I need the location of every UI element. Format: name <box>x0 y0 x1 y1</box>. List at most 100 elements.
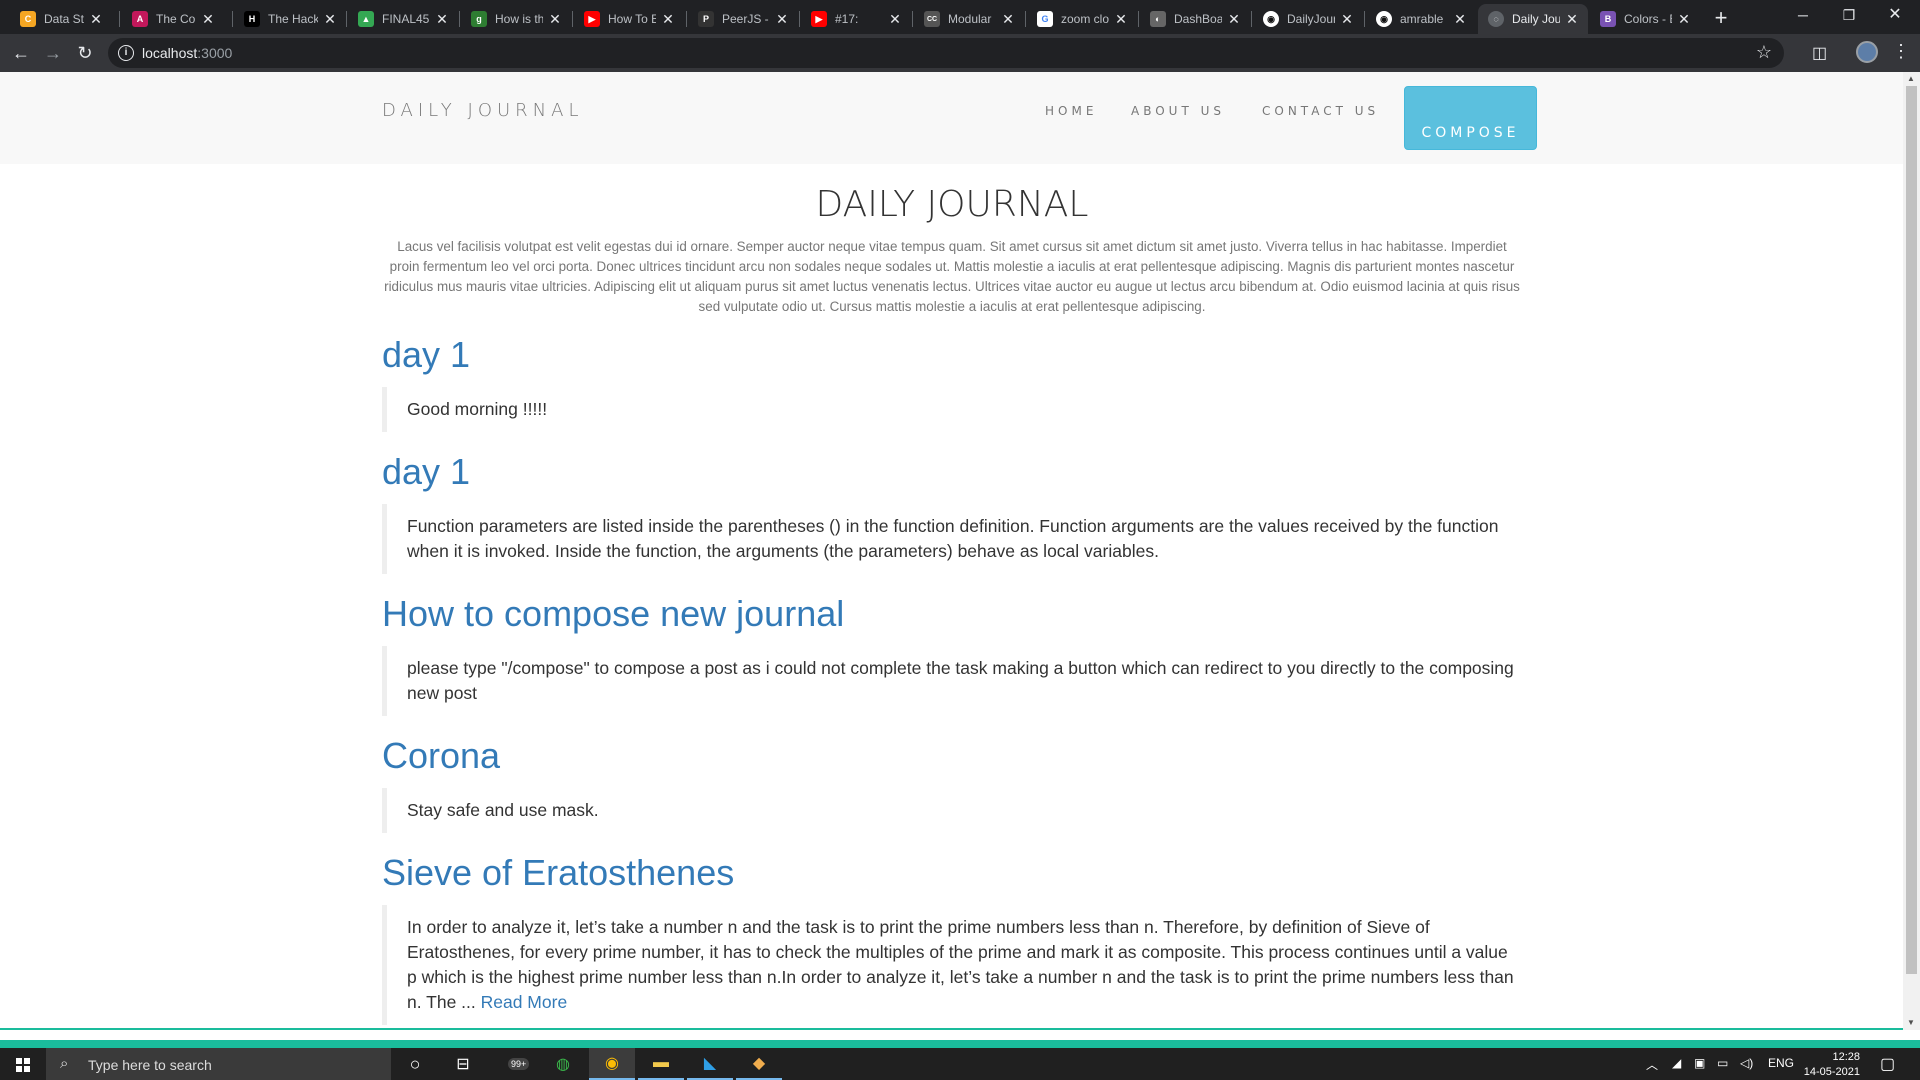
close-tab-icon[interactable]: ✕ <box>1339 11 1355 28</box>
main-content: DAILY JOURNAL Lacus vel facilisis volutp… <box>382 164 1522 1025</box>
meet-now-icon[interactable]: ▣ <box>1694 1056 1705 1070</box>
tab-favicon-icon: G <box>1037 11 1053 27</box>
close-tab-icon[interactable]: ✕ <box>774 11 790 28</box>
tab-favicon-icon: g <box>471 11 487 27</box>
reload-button[interactable]: ↻ <box>73 41 97 65</box>
scroll-down-icon[interactable]: ▼ <box>1907 1018 1915 1027</box>
clock-time: 12:28 <box>1832 1051 1860 1063</box>
post-body: Stay safe and use mask. <box>382 788 1522 833</box>
browser-tab[interactable]: ▶ #17: ✕ <box>801 4 911 34</box>
scroll-up-icon[interactable]: ▲ <box>1907 74 1915 83</box>
cortana-icon[interactable]: ○ <box>392 1048 438 1080</box>
read-more-link[interactable]: Read More <box>481 992 568 1012</box>
close-tab-icon[interactable]: ✕ <box>547 11 563 28</box>
browser-tab[interactable]: ◉ DailyJour ✕ <box>1253 4 1363 34</box>
notification-center-icon[interactable]: ▢ <box>1880 1054 1895 1074</box>
tab-favicon-icon: ▲ <box>358 11 374 27</box>
bookmark-star-icon[interactable]: ☆ <box>1756 42 1772 63</box>
address-bar[interactable]: i localhost:3000 ☆ <box>108 38 1784 68</box>
nav-home-link[interactable]: HOME <box>1045 104 1097 118</box>
search-icon: ⌕ <box>60 1055 69 1072</box>
extension-icon[interactable]: ◫ <box>1812 43 1827 63</box>
close-tab-icon[interactable]: ✕ <box>200 11 216 28</box>
tab-favicon-icon: ▶ <box>811 11 827 27</box>
info-icon[interactable]: i <box>118 45 134 61</box>
site-navbar: DAILY JOURNAL HOME ABOUT US CONTACT US C… <box>0 72 1903 164</box>
network-icon[interactable]: ◢ <box>1672 1056 1681 1070</box>
post-body: Good morning !!!!! <box>382 387 1522 432</box>
scrollbar-thumb[interactable] <box>1906 86 1917 974</box>
battery-icon[interactable]: ▭ <box>1717 1056 1728 1070</box>
intro-paragraph: Lacus vel facilisis volutpat est velit e… <box>384 239 1520 314</box>
close-tab-icon[interactable]: ✕ <box>1564 11 1580 28</box>
page-scrollbar[interactable]: ▲ ▼ <box>1903 72 1920 1030</box>
browser-tab[interactable]: g How is th ✕ <box>461 4 571 34</box>
browser-tab[interactable]: Gzoom clo ✕ <box>1027 4 1137 34</box>
nav-about-link[interactable]: ABOUT US <box>1131 104 1225 118</box>
browser-tab[interactable]: ◐ DashBoa ✕ <box>1140 4 1250 34</box>
taskbar-search[interactable]: ⌕ Type here to search <box>46 1048 391 1080</box>
browser-tab[interactable]: ▶ How To E ✕ <box>574 4 684 34</box>
browser-toolbar: ← → ↻ i localhost:3000 ☆ ◫ ⋮ <box>0 34 1920 72</box>
browser-tab[interactable]: AThe Com✕ <box>122 4 224 34</box>
post-title[interactable]: day 1 <box>382 450 1522 494</box>
close-tab-icon[interactable]: ✕ <box>1000 11 1016 28</box>
start-button[interactable] <box>0 1048 46 1080</box>
close-tab-icon[interactable]: ✕ <box>660 11 676 28</box>
close-window-button[interactable]: ✕ <box>1872 0 1918 30</box>
tab-strip: CData Stru✕ AThe Com✕ HThe Hack✕ ▲FINAL4… <box>0 0 1920 34</box>
close-tab-icon[interactable]: ✕ <box>1452 11 1468 28</box>
edge-icon[interactable]: ◍ <box>540 1048 586 1080</box>
browser-tab[interactable]: H The Hack ✕ <box>234 4 346 34</box>
close-tab-icon[interactable]: ✕ <box>434 11 450 28</box>
compose-button[interactable]: COMPOSE <box>1404 86 1537 150</box>
taskbar-clock[interactable]: 12:28 14-05-2021 <box>1790 1050 1860 1080</box>
chrome-icon[interactable]: ◉ <box>589 1048 635 1080</box>
site-brand[interactable]: DAILY JOURNAL <box>382 100 584 121</box>
page-viewport: DAILY JOURNAL HOME ABOUT US CONTACT US C… <box>0 72 1903 1030</box>
mail-badge: 99+ <box>508 1058 530 1070</box>
profile-avatar[interactable] <box>1856 41 1878 63</box>
page-title: DAILY JOURNAL <box>815 184 1089 225</box>
post-title[interactable]: How to compose new journal <box>382 592 1522 636</box>
minimize-button[interactable]: ─ <box>1780 0 1826 30</box>
browser-tab[interactable]: PPeerJS - S✕ <box>688 4 798 34</box>
vscode-icon[interactable]: ◣ <box>687 1048 733 1080</box>
browser-tab[interactable]: CData Stru✕ <box>10 4 112 34</box>
close-tab-icon[interactable]: ✕ <box>1113 11 1129 28</box>
restore-button[interactable]: ❐ <box>1826 0 1872 30</box>
browser-tab[interactable]: ◉ amrable ✕ <box>1366 4 1476 34</box>
task-view-icon[interactable]: ⊟ <box>440 1048 486 1080</box>
back-button[interactable]: ← <box>9 41 33 65</box>
tab-favicon-icon: H <box>244 11 260 27</box>
forward-button[interactable]: → <box>41 41 65 65</box>
close-tab-icon[interactable]: ✕ <box>322 11 338 28</box>
git-icon[interactable]: ◆ <box>736 1048 782 1080</box>
tab-favicon-icon: P <box>698 11 714 27</box>
github-icon: ◉ <box>1376 11 1392 27</box>
browser-tab[interactable]: BColors - B✕ <box>1590 4 1700 34</box>
post-title[interactable]: day 1 <box>382 333 1522 377</box>
post-body: In order to analyze it, let’s take a num… <box>382 905 1522 1025</box>
new-tab-button[interactable]: + <box>1708 6 1734 32</box>
volume-icon[interactable]: ◁) <box>1740 1056 1753 1070</box>
close-tab-icon[interactable]: ✕ <box>1676 11 1692 28</box>
menu-kebab-icon[interactable]: ⋮ <box>1892 41 1910 62</box>
close-tab-icon[interactable]: ✕ <box>88 11 104 28</box>
post-title[interactable]: Sieve of Eratosthenes <box>382 851 1522 895</box>
github-icon: ◉ <box>1263 11 1279 27</box>
url-port: :3000 <box>197 45 233 61</box>
browser-tab[interactable]: ▲ FINAL45 ✕ <box>348 4 458 34</box>
browser-tab[interactable]: CC Modular ✕ <box>914 4 1024 34</box>
close-tab-icon[interactable]: ✕ <box>1226 11 1242 28</box>
show-hidden-icons-icon[interactable]: ︿ <box>1646 1056 1658 1073</box>
post-body-text: In order to analyze it, let’s take a num… <box>407 917 1514 1012</box>
close-tab-icon[interactable]: ✕ <box>887 11 903 28</box>
file-explorer-icon[interactable]: ▬ <box>638 1048 684 1080</box>
tab-favicon-icon: B <box>1600 11 1616 27</box>
post-title[interactable]: Corona <box>382 734 1522 778</box>
browser-tab-active[interactable]: ◌ Daily Jou ✕ <box>1478 4 1588 34</box>
url-text: localhost:3000 <box>142 45 232 61</box>
tab-favicon-icon: A <box>132 11 148 27</box>
nav-contact-link[interactable]: CONTACT US <box>1262 104 1379 118</box>
